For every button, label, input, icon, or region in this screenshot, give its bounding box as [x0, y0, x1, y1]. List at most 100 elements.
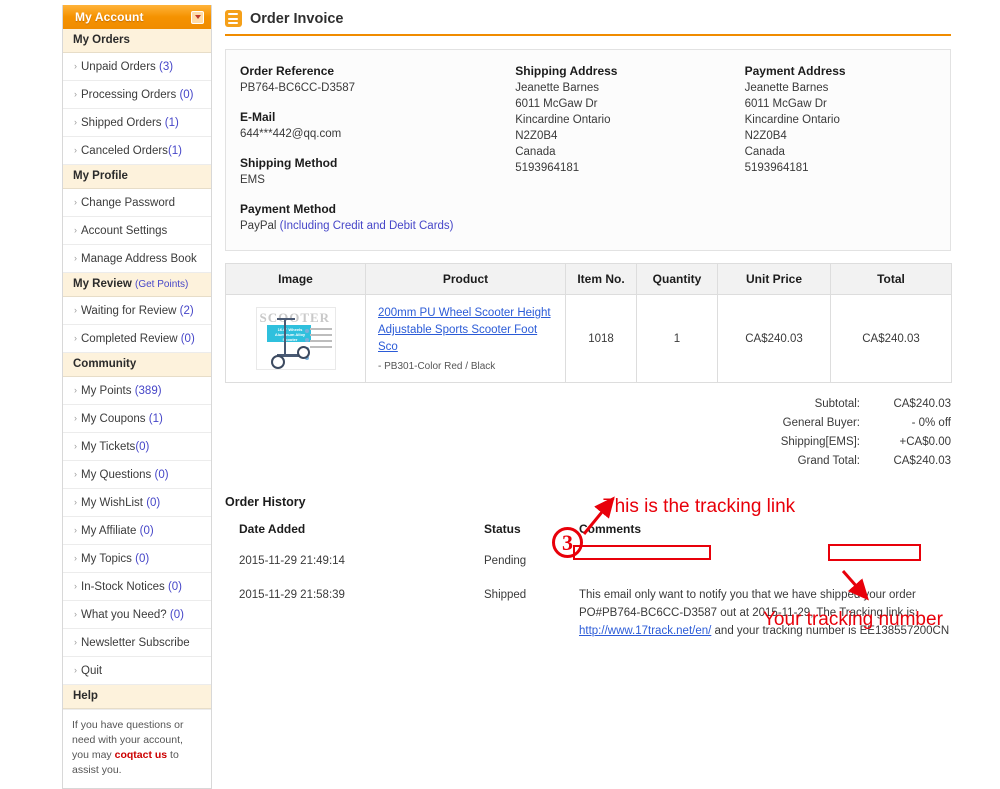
payment-method-note: (Including Credit and Debit Cards)	[279, 220, 454, 232]
payment-address-line: Jeanette Barnes	[744, 82, 829, 94]
payment-address-line: 6011 McGaw Dr	[744, 98, 827, 110]
products-table-body: SCOOTER 16.8" Wheels Aluminum Alloy Scoot…	[225, 294, 952, 383]
chevron-right-icon: ›	[74, 197, 77, 207]
chevron-down-icon[interactable]	[191, 10, 204, 24]
chevron-right-icon: ›	[74, 225, 77, 235]
order-reference-label: Order Reference	[240, 64, 335, 78]
invoice-list-icon	[225, 10, 242, 27]
sidebar-item-count: (2)	[179, 305, 194, 317]
annotation-arrow-up-icon	[582, 496, 615, 535]
products-table-header-cell: Unit Price	[717, 263, 831, 295]
chevron-right-icon: ›	[74, 145, 77, 155]
sidebar-sections: My Orders › Unpaid Orders (3) › Processing O…	[63, 29, 211, 709]
sidebar-item-label: Processing Orders	[81, 89, 177, 101]
payment-method-name: PayPal	[240, 220, 280, 232]
sidebar-item-count: (0)	[180, 333, 195, 345]
payment-method-field: Payment Method PayPal (Including Credit …	[240, 202, 501, 234]
sidebar-item-count: (1)	[164, 117, 179, 129]
sidebar-section-header: Community	[63, 353, 211, 377]
total-label: Shipping[EMS]:	[780, 436, 860, 448]
products-table-header-row: Image Product Item No. Quantity Unit Price To…	[225, 263, 952, 295]
sidebar-item[interactable]: › Completed Review (0)	[63, 325, 211, 353]
sidebar-item[interactable]: › Newsletter Subscribe	[63, 629, 211, 657]
sidebar-item-label: Shipped Orders	[81, 117, 162, 129]
contact-us-link[interactable]: coqtact us	[115, 749, 168, 761]
sidebar-item[interactable]: › Processing Orders (0)	[63, 81, 211, 109]
product-unit-price-cell: CA$240.03	[717, 294, 831, 383]
sidebar-item[interactable]: › Shipped Orders (1)	[63, 109, 211, 137]
sidebar-item[interactable]: › My Topics (0)	[63, 545, 211, 573]
product-link[interactable]: 200mm PU Wheel Scooter Height Adjustable…	[378, 307, 551, 353]
product-item-no-cell: 1018	[565, 294, 637, 383]
sidebar-item[interactable]: › My Coupons (1)	[63, 405, 211, 433]
sidebar-item[interactable]: › Unpaid Orders (3)	[63, 53, 211, 81]
email-value: 644***442@qq.com	[240, 128, 342, 140]
chevron-right-icon: ›	[74, 469, 77, 479]
product-thumbnail-badge: 16.8" Wheels Aluminum Alloy Scooter	[266, 325, 311, 342]
sidebar-item-count: (3)	[159, 61, 174, 73]
order-history-header-cell: Date Added	[239, 522, 306, 536]
total-value: - 0% off	[911, 417, 951, 429]
total-label: General Buyer:	[782, 417, 860, 429]
sidebar-item-label: Unpaid Orders	[81, 61, 156, 73]
order-reference-field: Order Reference PB764-BC6CC-D3587	[240, 64, 501, 96]
sidebar-item[interactable]: › My Questions (0)	[63, 461, 211, 489]
sidebar-section-title: My Orders	[73, 34, 130, 46]
sidebar-item[interactable]: › My Points (389)	[63, 377, 211, 405]
sidebar-item[interactable]: › Waiting for Review (2)	[63, 297, 211, 325]
shipping-address-line: 5193964181	[515, 162, 580, 174]
product-name-cell: 200mm PU Wheel Scooter Height Adjustable…	[365, 294, 566, 383]
annotation-tracking-link-label: This is the tracking link	[603, 496, 796, 517]
sidebar-item-count: (1)	[148, 413, 163, 425]
sidebar-item[interactable]: › My Tickets(0)	[63, 433, 211, 461]
sidebar-section-header: Help	[63, 685, 211, 709]
sidebar-item-label: Waiting for Review	[81, 305, 177, 317]
product-image-cell: SCOOTER 16.8" Wheels Aluminum Alloy Scoot…	[225, 294, 366, 383]
chevron-right-icon: ›	[74, 413, 77, 423]
products-table-header-cell: Product	[365, 263, 566, 295]
order-info-column-left: Order Reference PB764-BC6CC-D3587 E-Mail…	[226, 64, 501, 234]
sidebar-item[interactable]: › My Affiliate (0)	[63, 517, 211, 545]
shipping-address-line: Jeanette Barnes	[515, 82, 599, 94]
sidebar-section-header: My Orders	[63, 29, 211, 53]
chevron-right-icon: ›	[74, 553, 77, 563]
sidebar-item-count: (0)	[146, 497, 161, 509]
page-title: Order Invoice	[250, 10, 344, 27]
product-thumbnail-lines	[309, 328, 332, 352]
shipping-address-line: N2Z0B4	[515, 130, 558, 142]
payment-address-line: Canada	[744, 146, 785, 158]
sidebar-item[interactable]: › Change Password	[63, 189, 211, 217]
total-row: Subtotal: CA$240.03	[740, 395, 951, 414]
chevron-right-icon: ›	[74, 61, 77, 71]
sidebar-item[interactable]: › What you Need? (0)	[63, 601, 211, 629]
sidebar-item-count: (0)	[179, 89, 194, 101]
sidebar-item-label: In-Stock Notices	[81, 581, 165, 593]
shipping-method-value: EMS	[240, 174, 265, 186]
sidebar-item[interactable]: › Manage Address Book	[63, 245, 211, 273]
sidebar-section-subtitle[interactable]: (Get Points)	[135, 279, 188, 290]
sidebar-item-label: Account Settings	[81, 225, 168, 237]
annotation-highlight-box-number	[828, 544, 921, 561]
sidebar-item[interactable]: › My WishList (0)	[63, 489, 211, 517]
sidebar-item-label: Change Password	[81, 197, 175, 209]
sidebar-item-count: (0)	[169, 609, 184, 621]
chevron-right-icon: ›	[74, 253, 77, 263]
sidebar-item-label: My Points	[81, 385, 132, 397]
order-history-date: 2015-11-29 21:49:14	[239, 555, 345, 567]
sidebar-item[interactable]: › In-Stock Notices (0)	[63, 573, 211, 601]
chevron-right-icon: ›	[74, 497, 77, 507]
chevron-right-icon: ›	[74, 89, 77, 99]
sidebar-item[interactable]: › Canceled Orders(1)	[63, 137, 211, 165]
tracking-link[interactable]: http://www.17track.net/en/	[579, 625, 711, 637]
shipping-address-line: Canada	[515, 146, 556, 158]
product-thumbnail[interactable]: SCOOTER 16.8" Wheels Aluminum Alloy Scoot…	[255, 307, 336, 370]
sidebar-item-label: My WishList	[81, 497, 143, 509]
sidebar-item-count: (0)	[135, 553, 150, 565]
total-row: Shipping[EMS]: +CA$0.00	[740, 433, 951, 452]
sidebar-item-count: (0)	[167, 581, 182, 593]
sidebar-section-title: My Review	[73, 278, 132, 290]
sidebar-item[interactable]: › Account Settings	[63, 217, 211, 245]
products-table: Image Product Item No. Quantity Unit Price To…	[225, 263, 952, 383]
sidebar-item-label: Newsletter Subscribe	[81, 637, 190, 649]
sidebar-item[interactable]: › Quit	[63, 657, 211, 685]
